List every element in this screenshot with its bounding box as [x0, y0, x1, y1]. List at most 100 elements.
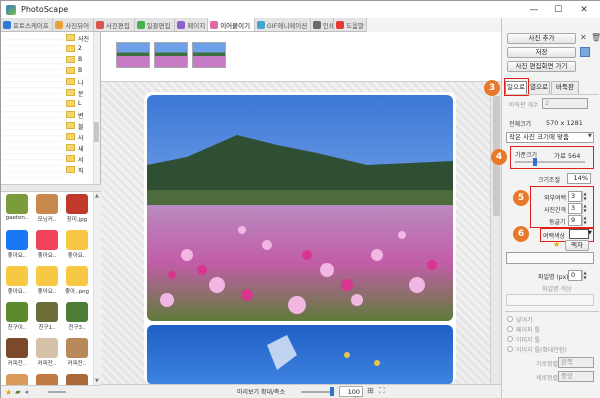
file-thumbnail[interactable]: 좋아요.. [63, 230, 91, 260]
save-button[interactable]: 저장 [507, 47, 576, 58]
tree-item-label[interactable]: 사진 [78, 34, 89, 43]
radio-none[interactable] [507, 316, 513, 322]
file-thumbnail[interactable]: 모닝커.. [33, 194, 61, 224]
file-thumbnail[interactable]: 친구1.. [33, 302, 61, 332]
tree-item-label[interactable]: 서 [78, 155, 84, 164]
zoom-slider-thumb[interactable] [329, 387, 334, 396]
fit-option-select[interactable]: 작은 사진 크기에 맞춤 [506, 132, 594, 143]
file-grid-scrollbar[interactable]: ▲ ▼ [93, 192, 101, 385]
remove-icon[interactable]: ✕ [580, 33, 587, 42]
folder-icon[interactable] [66, 78, 75, 85]
tab-gif[interactable]: GIF애니메이션 [255, 18, 311, 31]
file-thumbnail[interactable]: 커피잔.. [63, 338, 91, 368]
folder-icon[interactable] [66, 56, 75, 63]
strip-thumbnail[interactable] [154, 42, 188, 68]
tree-item-label[interactable]: L [78, 100, 81, 107]
radio-frame[interactable] [507, 326, 513, 332]
file-thumbnail[interactable]: 친구3.. [63, 302, 91, 332]
star-icon[interactable]: ★ [553, 240, 560, 249]
add-photo-button[interactable]: 사진 추가 [507, 33, 576, 44]
folder-icon[interactable] [66, 34, 75, 41]
chevron-down-icon[interactable]: ▼ [588, 230, 592, 236]
folder-icon[interactable] [66, 89, 75, 96]
tree-scrollbar[interactable] [93, 32, 100, 184]
file-thumbnail[interactable] [3, 374, 31, 385]
radio-image-tile[interactable] [507, 346, 513, 352]
file-thumbnail[interactable]: 좋아요.. [3, 230, 31, 260]
panel-splitter[interactable] [1, 184, 101, 192]
scroll-up-icon[interactable]: ▲ [95, 193, 99, 199]
strip-thumbnail[interactable] [116, 42, 150, 68]
tree-scroll-thumb[interactable] [94, 122, 99, 142]
tree-item-label[interactable]: 2 [78, 45, 82, 52]
file-thumbnail[interactable] [33, 374, 61, 385]
tab-page[interactable]: 페이지 [175, 18, 209, 31]
collapse-icon[interactable]: ◂ [25, 388, 29, 396]
round-stepper[interactable]: ▲ ▼ [582, 215, 587, 226]
maximize-button[interactable]: ☐ [547, 1, 569, 18]
tab-horizontal[interactable]: 열으로 [528, 81, 550, 94]
scale-value[interactable]: 14% [567, 173, 591, 184]
base-size-slider[interactable] [515, 161, 585, 163]
scroll-down-icon[interactable]: ▼ [95, 378, 99, 384]
tab-print[interactable]: 인쇄 [311, 18, 335, 31]
folder-icon[interactable] [66, 122, 75, 129]
folder-icon[interactable]: ▰ [15, 388, 20, 396]
folder-tree[interactable]: 사진 2 B B 나 문 L 변 블 사 새 서 직 [1, 32, 101, 184]
tree-item-label[interactable]: 나 [78, 78, 84, 87]
strip-thumbnail[interactable] [192, 42, 226, 68]
chevron-down-icon[interactable]: ▼ [588, 133, 592, 139]
folder-icon[interactable] [66, 45, 75, 52]
folder-icon[interactable] [66, 166, 75, 173]
tree-item-label[interactable]: B [78, 67, 82, 74]
file-thumbnail[interactable]: 커피잔.. [33, 338, 61, 368]
file-size-input[interactable]: 0 [568, 270, 582, 281]
tab-editor[interactable]: 사진편집 [94, 18, 135, 31]
file-thumbnail[interactable] [63, 374, 91, 385]
zoom-value[interactable]: 100 % [339, 386, 363, 398]
tree-item-label[interactable]: 문 [78, 89, 84, 98]
folder-icon[interactable] [66, 144, 75, 151]
frame-name-field[interactable] [506, 252, 594, 264]
spacing-input[interactable]: 3 [568, 203, 582, 214]
folder-icon[interactable] [66, 111, 75, 118]
halign-select[interactable]: 왼쪽 [558, 357, 594, 368]
outer-margin-stepper[interactable]: ▲ ▼ [582, 191, 587, 202]
file-thumbnail[interactable]: 장미.jpg [63, 194, 91, 224]
preview-scrollbar[interactable] [490, 82, 501, 384]
minimize-button[interactable]: — [523, 1, 545, 18]
tab-combine[interactable]: 이어붙이기 [208, 18, 255, 31]
col-count-select[interactable]: 2 [542, 98, 588, 109]
tab-help[interactable]: 도움말 [334, 18, 368, 31]
tree-item-label[interactable]: 직 [78, 166, 84, 175]
outer-margin-input[interactable]: 3 [568, 191, 582, 202]
radio-image[interactable] [507, 336, 513, 342]
tree-item-label[interactable]: 사 [78, 133, 84, 142]
file-color-swatch[interactable] [506, 294, 594, 306]
tab-batch[interactable]: 일괄편집 [135, 18, 176, 31]
tab-photoscape[interactable]: 포토스케이프 [1, 18, 54, 31]
base-size-slider-thumb[interactable] [532, 158, 537, 166]
layout-icon[interactable] [580, 47, 590, 57]
close-button[interactable]: ✕ [573, 1, 595, 18]
tree-item-label[interactable]: 변 [78, 111, 84, 120]
round-input[interactable]: 9 [568, 215, 582, 226]
tab-grid[interactable]: 바둑판 [551, 81, 579, 94]
trash-icon[interactable]: 🗑 [591, 33, 600, 42]
tree-item-label[interactable]: 새 [78, 144, 84, 153]
fullscreen-icon[interactable]: ⛶ [379, 386, 385, 396]
file-thumbnail[interactable]: 좋아요.. [33, 266, 61, 296]
tree-item-label[interactable]: 블 [78, 122, 84, 131]
file-thumbnail[interactable]: 좋아요.. [33, 230, 61, 260]
folder-icon[interactable] [66, 100, 75, 107]
valign-select[interactable]: 중앙 [558, 371, 594, 382]
tree-item-label[interactable]: B [78, 56, 82, 63]
zoom-slider-track[interactable] [301, 391, 333, 393]
folder-icon[interactable] [66, 155, 75, 162]
folder-icon[interactable] [66, 133, 75, 140]
star-icon[interactable]: ★ [5, 388, 12, 397]
tab-viewer[interactable]: 사진뷰어 [53, 18, 94, 31]
folder-icon[interactable] [66, 67, 75, 74]
file-thumbnail[interactable]: 커피잔.. [3, 338, 31, 368]
margin-color-swatch[interactable] [569, 229, 589, 239]
